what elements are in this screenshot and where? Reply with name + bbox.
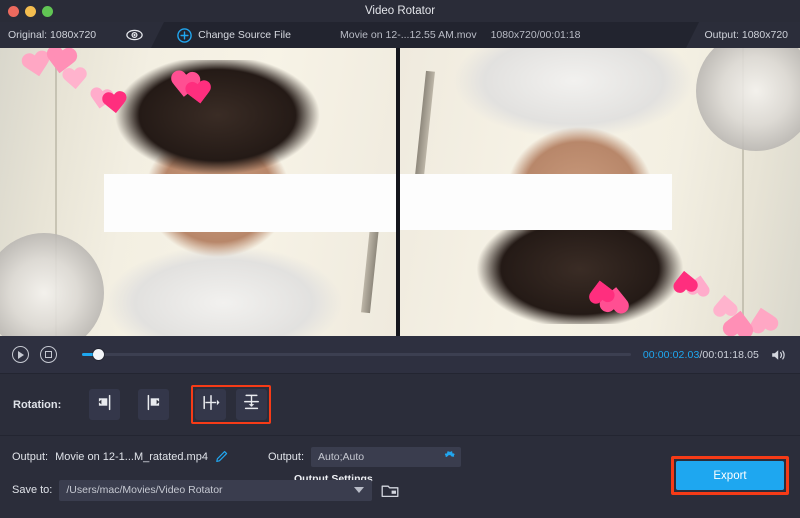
change-source-group[interactable]: Change Source File [177, 27, 291, 43]
rotated-preview[interactable] [400, 48, 800, 336]
playback-knob[interactable] [93, 349, 105, 360]
privacy-redaction-bar [104, 174, 396, 232]
video-rotator-window: Video Rotator Original: 1080x720 Change … [0, 0, 800, 518]
rotate-right-button[interactable] [138, 389, 170, 420]
gear-icon[interactable] [443, 451, 456, 464]
heart-icon [61, 67, 89, 93]
volume-icon[interactable] [771, 348, 788, 362]
save-to-label: Save to: [12, 484, 53, 496]
output-settings-panel: Output: Movie on 12-1...M_ratated.mp4 Ou… [0, 436, 800, 518]
timecode-display: 00:00:02.03/00:01:18.05 [643, 349, 759, 361]
folder-icon[interactable] [381, 483, 399, 498]
export-button-highlight: Export [671, 456, 789, 495]
output-resolution-label: Output: 1080x720 [704, 29, 788, 41]
play-button[interactable] [12, 346, 29, 363]
output-info-chip: Output: 1080x720 [685, 22, 800, 48]
rotated-video-frame [400, 48, 800, 336]
chevron-down-icon[interactable] [354, 487, 365, 493]
output-format-label: Output: [267, 451, 305, 463]
save-to-field[interactable]: /Users/mac/Movies/Video Rotator [59, 479, 373, 501]
playback-slider[interactable] [82, 336, 631, 374]
rotation-toolbar: Rotation: [0, 374, 800, 436]
zoom-window-button[interactable] [42, 5, 53, 17]
original-preview[interactable] [0, 48, 396, 336]
close-window-button[interactable] [8, 5, 19, 17]
output-format-value: Auto;Auto [318, 451, 365, 463]
play-icon [18, 350, 25, 359]
window-traffic-lights [0, 5, 53, 17]
selected-rotation-group [191, 385, 272, 424]
output-format-field[interactable]: Auto;Auto [311, 447, 462, 467]
heart-icon [671, 267, 699, 294]
stop-icon [45, 351, 52, 358]
original-video-frame [0, 48, 396, 336]
heart-icon [184, 80, 215, 109]
current-time: 00:00:02.03 [642, 348, 700, 361]
heart-icon [711, 291, 739, 317]
rotate-left-button[interactable] [89, 389, 121, 420]
flip-horizontal-button[interactable] [195, 389, 227, 420]
preview-area [0, 48, 800, 336]
export-button[interactable]: Export [676, 461, 784, 490]
heart-icon [101, 91, 129, 118]
original-resolution-label: Original: 1080x720 [8, 29, 97, 41]
privacy-redaction-bar [400, 174, 672, 230]
playback-track[interactable] [82, 353, 631, 356]
total-time: 00:01:18.05 [702, 348, 759, 361]
eye-icon[interactable] [126, 29, 143, 41]
rotate-right-icon [145, 394, 162, 416]
pencil-icon[interactable] [214, 450, 228, 464]
save-to-path: /Users/mac/Movies/Video Rotator [66, 484, 223, 496]
flip-vertical-button[interactable] [236, 389, 268, 420]
rotation-label: Rotation: [13, 398, 62, 411]
plus-circle-icon[interactable] [177, 27, 192, 43]
source-toolbar: Original: 1080x720 Change Source File Mo… [0, 22, 800, 48]
output-file-name: Movie on 12-1...M_ratated.mp4 [55, 451, 208, 463]
source-file-info: Movie on 12-...12.55 AM.mov 1080x720/00:… [340, 22, 581, 48]
output-file-label: Output: [12, 451, 49, 463]
minimize-window-button[interactable] [25, 5, 36, 17]
source-file-meta: 1080x720/00:01:18 [490, 29, 581, 41]
source-file-name: Movie on 12-...12.55 AM.mov [340, 29, 477, 41]
flip-horizontal-icon [202, 394, 220, 416]
heart-icon [586, 276, 617, 305]
title-bar: Video Rotator [0, 0, 800, 22]
flip-vertical-icon [243, 393, 260, 416]
app-title: Video Rotator [364, 5, 436, 17]
rotate-left-icon [96, 394, 113, 416]
stop-button[interactable] [40, 346, 57, 363]
player-controls-bar: 00:00:02.03/00:01:18.05 [0, 336, 800, 374]
change-source-file-button[interactable]: Change Source File [198, 29, 291, 41]
original-info-chip: Original: 1080x720 [0, 22, 165, 48]
